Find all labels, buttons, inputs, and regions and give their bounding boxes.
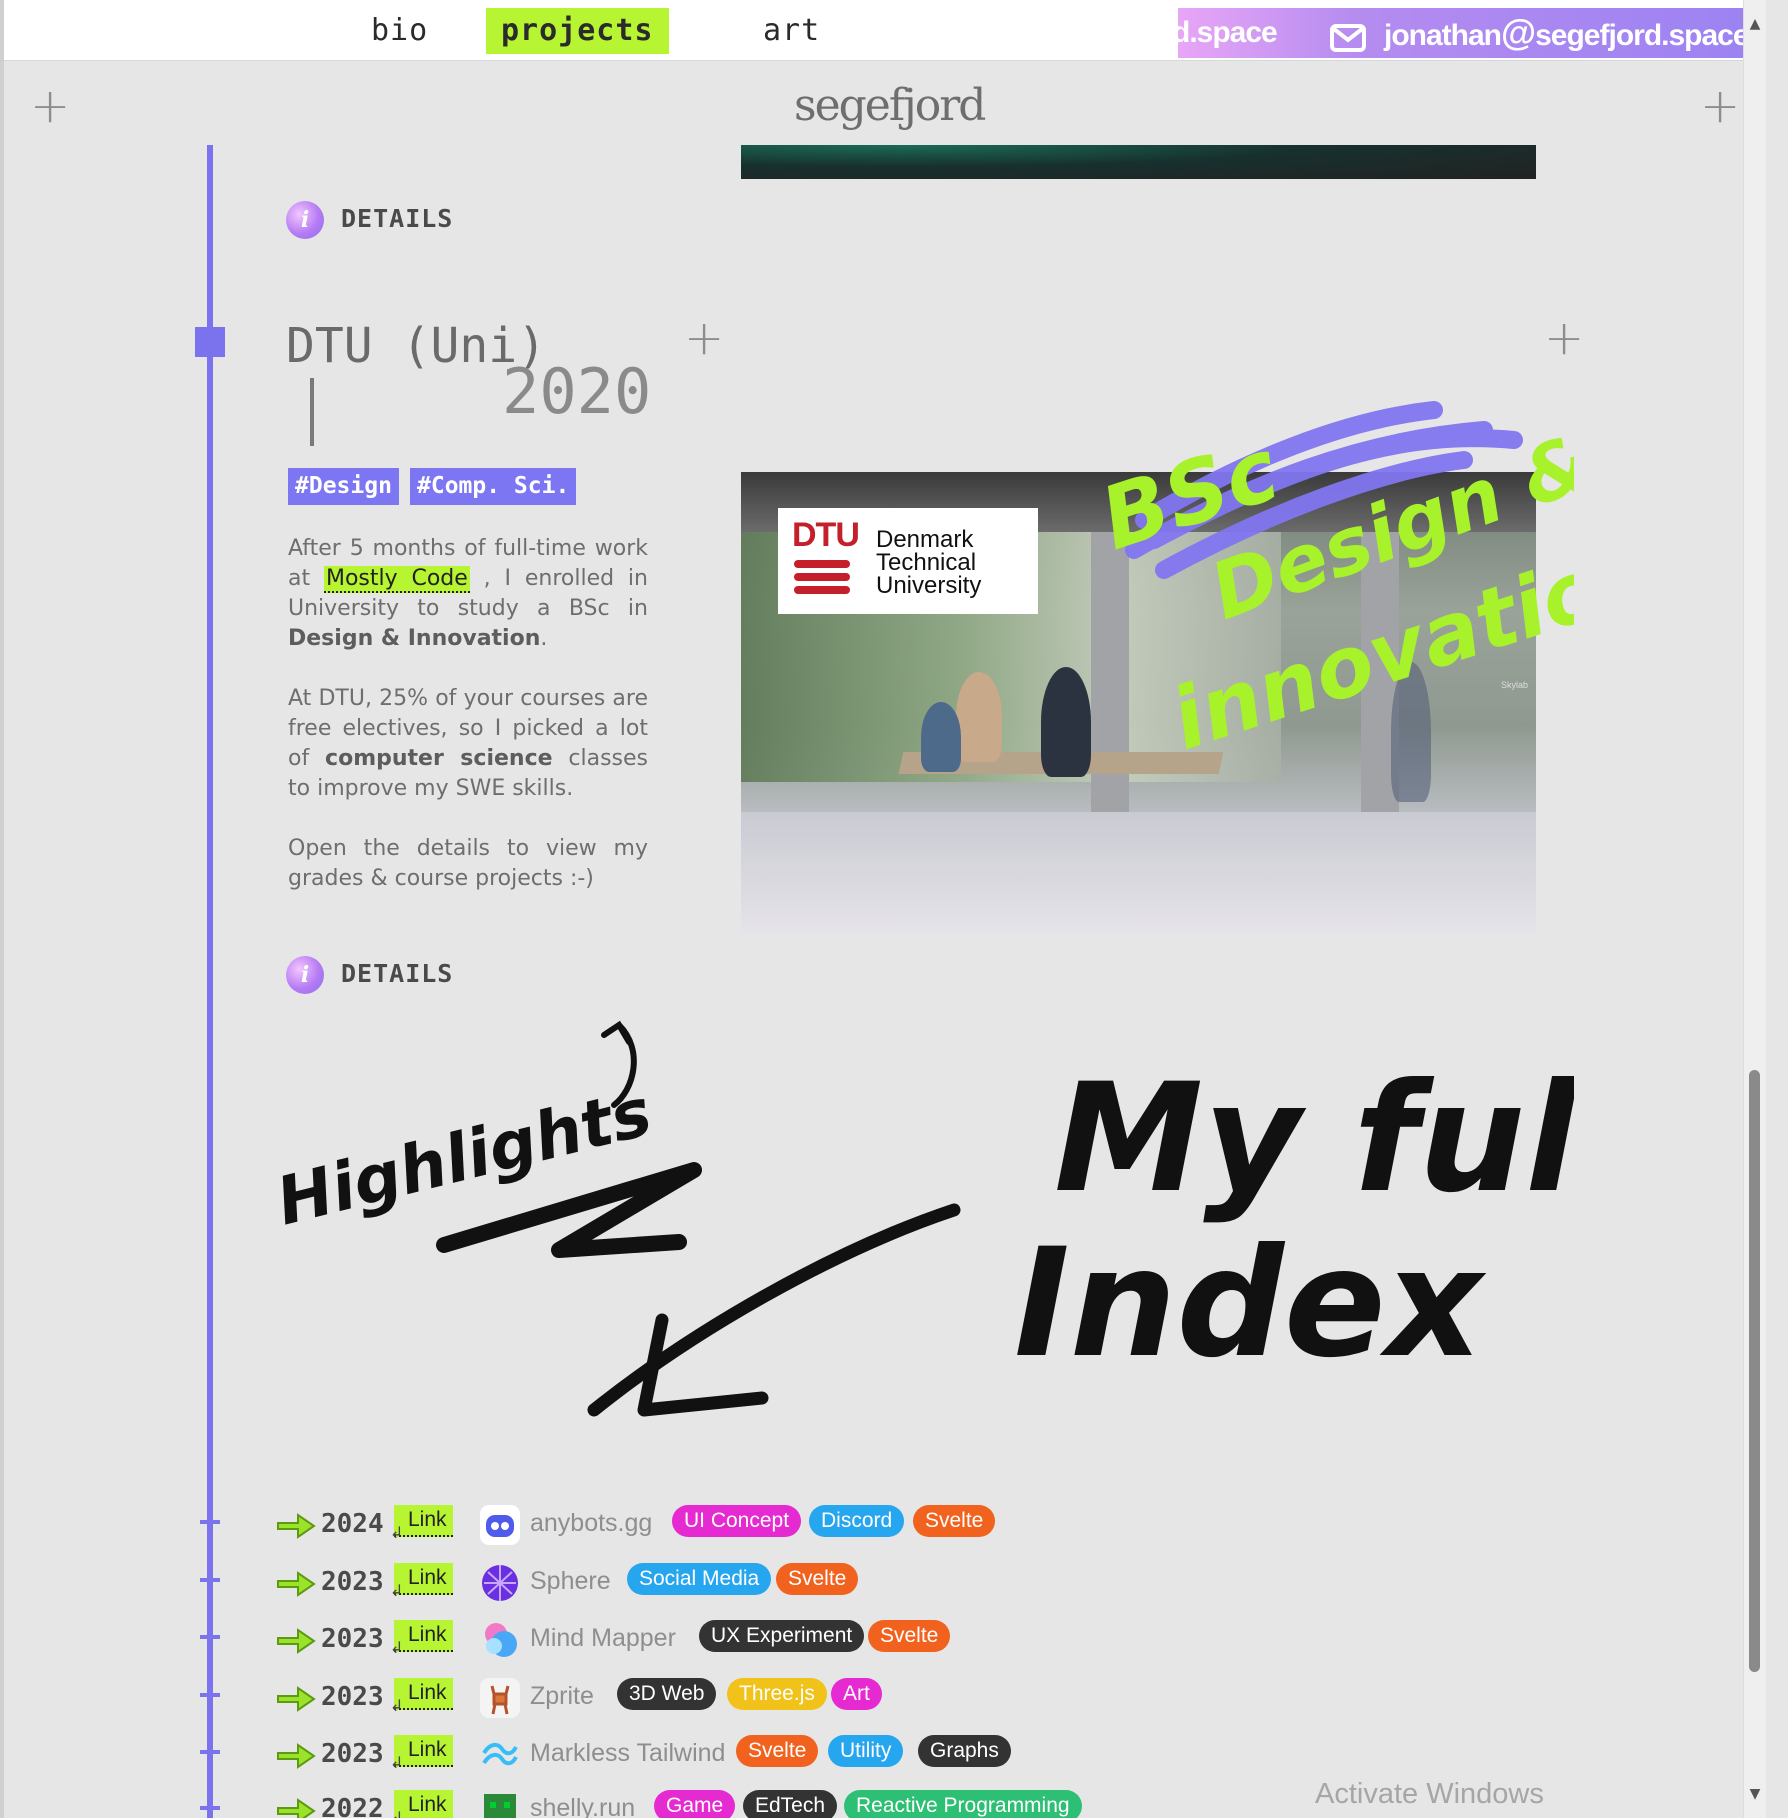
green-arrow-icon [277,1686,316,1712]
site-logo[interactable]: segefjord [794,80,986,131]
shelly-icon [480,1790,520,1818]
timeline-tick [200,1635,220,1639]
tag-pill[interactable]: Art [831,1678,882,1710]
marquee-prev-fragment: d.space [1178,16,1278,49]
details-label: DETAILS [341,959,454,988]
grid-plus-icon: + [1544,310,1585,366]
top-nav: bio projects art d.space jonathan@segefj… [4,0,1766,61]
link-arrow-icon: ↲ [390,1638,404,1657]
green-arrow-icon [277,1798,316,1818]
tag-pill[interactable]: Reactive Programming [844,1790,1082,1818]
tag-comp-sci[interactable]: #Comp. Sci. [410,468,577,505]
timeline-marker [195,327,225,357]
timeline-tick [200,1750,220,1754]
tag-pill[interactable]: EdTech [743,1790,838,1818]
link-arrow-icon: ↲ [390,1696,404,1715]
info-icon: i [286,956,324,994]
tag-design[interactable]: #Design [288,468,399,505]
tag-pill[interactable]: Discord [809,1505,905,1537]
grid-plus-icon: + [684,310,725,366]
project-name[interactable]: Mind Mapper [530,1624,676,1653]
bsc-scribble-overlay: BSc Design & innovation [1104,401,1574,769]
row-year: 2023 [321,1624,384,1654]
row-year: 2023 [321,1739,384,1769]
tag-pill[interactable]: Social Media [627,1563,772,1595]
tag-pill[interactable]: Game [654,1790,736,1818]
green-arrow-icon [277,1628,316,1654]
scroll-up-icon[interactable]: ▲ [1747,16,1763,32]
nav-link-projects[interactable]: projects [486,8,669,54]
project-name[interactable]: anybots.gg [530,1509,652,1538]
tag-pill[interactable]: Svelte [736,1735,819,1767]
tag-pill[interactable]: 3D Web [617,1678,717,1710]
desc-paragraph: Open the details to view my grades & cou… [288,836,648,891]
corner-plus-icon: + [1700,78,1741,134]
tag-pill[interactable]: Graphs [918,1735,1011,1767]
dtu-logo: DTU Denmark Technical University [778,508,1038,614]
green-arrow-icon [277,1513,316,1539]
my-full-annotation: My full [1054,1052,1574,1226]
link-arrow-icon: ↲ [390,1523,404,1542]
link-arrow-icon: ↲ [390,1581,404,1600]
tag-pill[interactable]: Three.js [727,1678,827,1710]
timeline-tick [200,1520,220,1524]
tag-pill[interactable]: Svelte [913,1505,996,1537]
tailwind-icon [480,1735,520,1775]
mind-mapper-icon [480,1620,520,1660]
details-label: DETAILS [341,204,454,233]
link-arrow-icon: ↲ [390,1753,404,1772]
desc-paragraph: After 5 months of full-time work at Most… [288,536,648,651]
row-year: 2024 [321,1509,384,1539]
image-person [956,672,1002,762]
index-annotation: Index [1014,1217,1487,1391]
sphere-icon [480,1563,520,1603]
timeline-line [207,145,213,1818]
tag-pill[interactable]: UI Concept [672,1505,802,1537]
green-arrow-icon [277,1571,316,1597]
row-year: 2023 [321,1567,384,1597]
tag-pill[interactable]: UX Experiment [699,1620,865,1652]
nav-link-bio[interactable]: bio [356,8,443,54]
project-year: 2020 [502,355,652,428]
project-description: After 5 months of full-time work at Most… [288,534,648,924]
link-arrow-icon: ↲ [390,1808,404,1818]
os-activation-watermark: Activate Windows [1315,1778,1544,1810]
page-scrollbar[interactable]: ▲ ▼ [1743,0,1766,1818]
row-year: 2023 [321,1682,384,1712]
mostly-code-link[interactable]: Mostly Code [323,566,470,593]
contact-marquee[interactable]: d.space jonathan@segefjord.space [1178,8,1766,58]
handwritten-annotations: Highlights My full Index [274,1020,1574,1417]
nav-link-art[interactable]: art [748,8,835,54]
desc-paragraph: At DTU, 25% of your courses are free ele… [288,686,648,801]
scroll-down-icon[interactable]: ▼ [1747,1786,1763,1802]
corner-plus-icon: + [30,78,71,134]
row-year: 2022 [321,1794,384,1818]
email-address[interactable]: jonathan@segefjord.space [1384,8,1750,58]
tag-pill[interactable]: Svelte [868,1620,951,1652]
previous-project-image [741,145,1536,179]
timeline-tick [200,1693,220,1697]
highlights-annotation: Highlights [274,1073,659,1240]
green-arrow-icon [277,1743,316,1769]
page: bio projects art d.space jonathan@segefj… [4,0,1766,1818]
year-divider [310,378,314,446]
image-person [1041,667,1091,777]
project-name[interactable]: Sphere [530,1567,611,1596]
project-name[interactable]: Markless Tailwind [530,1739,725,1768]
anybots-icon [480,1505,520,1545]
scroll-thumb[interactable] [1749,1070,1760,1672]
project-name[interactable]: Zprite [530,1682,594,1711]
project-name[interactable]: shelly.run [530,1794,635,1818]
info-icon: i [286,201,324,239]
zprite-icon [480,1678,520,1718]
tag-pill[interactable]: Svelte [776,1563,859,1595]
tag-pill[interactable]: Utility [828,1735,904,1767]
image-person [921,702,961,772]
timeline-tick [200,1578,220,1582]
timeline-tick [200,1806,220,1810]
mail-icon [1330,18,1366,58]
